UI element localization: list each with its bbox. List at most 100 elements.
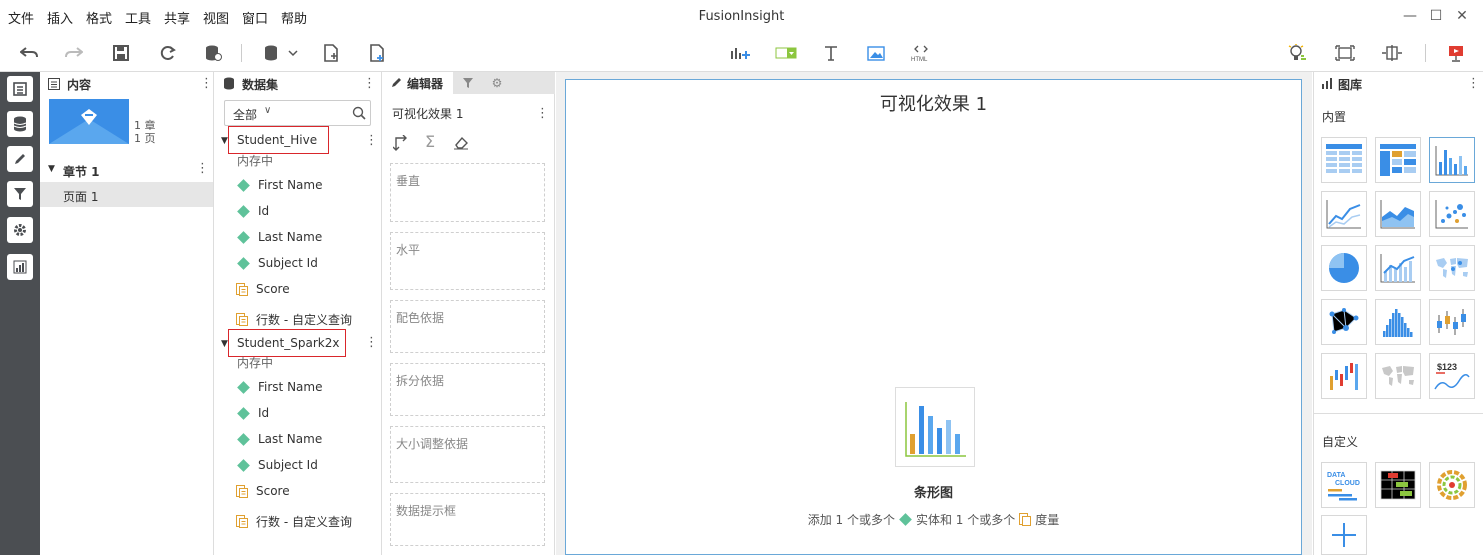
collapse-arrow-icon[interactable]: ▼	[221, 339, 228, 349]
gallery-menu-icon[interactable]: ⋮	[1467, 77, 1480, 91]
chapter-label[interactable]: 章节 1	[63, 163, 100, 180]
sum-icon[interactable]: Σ	[425, 132, 435, 151]
visual-title[interactable]: 可视化效果 1	[566, 90, 1301, 116]
shelf-horizontal[interactable]: 水平	[390, 232, 545, 290]
network-chart-tile[interactable]	[1321, 299, 1367, 345]
dataset-name-highlight[interactable]: Student_Hive	[228, 126, 329, 154]
visualization-canvas[interactable]: 可视化效果 1 条形图 添加 1 个或多个 实体和 1 个或多个 度量	[565, 79, 1302, 555]
custom-section-label: 自定义	[1322, 435, 1359, 449]
field-item[interactable]: Last Name	[236, 432, 322, 446]
collapse-arrow-icon[interactable]: ▼	[221, 136, 228, 146]
database-sync-icon[interactable]	[202, 43, 224, 63]
kpi-tile[interactable]: $123	[1429, 353, 1475, 399]
fit-screen-icon[interactable]	[1334, 43, 1356, 63]
contents-icon	[48, 78, 60, 90]
dataset-item-menu-icon[interactable]: ⋮	[365, 134, 378, 148]
tab-filter[interactable]	[455, 72, 481, 94]
image-icon[interactable]	[865, 43, 887, 63]
datasets-icon[interactable]	[7, 111, 33, 137]
area-chart-tile[interactable]	[1375, 191, 1421, 237]
histogram-chart-tile[interactable]	[1375, 299, 1421, 345]
field-item[interactable]: Subject Id	[236, 458, 318, 472]
editor-panel: 编辑器 ⚙ 可视化效果 1 ⋮ Σ 垂直 水平 配色依据 拆分依据 大小调整依据…	[383, 72, 555, 555]
save-icon[interactable]	[110, 43, 132, 63]
tab-editor[interactable]: 编辑器	[383, 72, 453, 94]
shelf-label: 水平	[396, 243, 421, 257]
pie-chart-tile[interactable]	[1321, 245, 1367, 291]
add-chart-icon[interactable]	[729, 43, 751, 63]
text-icon[interactable]	[820, 43, 842, 63]
dataset-filter-select[interactable]: 全部 ∨	[224, 100, 371, 126]
field-label: First Name	[258, 178, 323, 192]
field-item[interactable]: Score	[236, 282, 290, 296]
dimension-icon	[237, 432, 250, 446]
shelf-size[interactable]: 大小调整依据	[390, 426, 545, 483]
pivot-chart-tile[interactable]	[1375, 137, 1421, 183]
field-item[interactable]: 行数 - 自定义查询	[236, 311, 352, 328]
shelf-vertical[interactable]: 垂直	[390, 163, 545, 222]
settings-gear-icon[interactable]	[7, 217, 33, 243]
field-item[interactable]: Id	[236, 204, 269, 218]
datacloud-tile[interactable]: DATA CLOUD	[1321, 462, 1367, 508]
scatter-chart-tile[interactable]	[1429, 191, 1475, 237]
field-item[interactable]: Score	[236, 484, 290, 498]
maximize-icon[interactable]: ☐	[1426, 6, 1446, 26]
split-view-icon[interactable]	[1381, 43, 1403, 63]
visual-name[interactable]: 可视化效果 1	[392, 105, 463, 122]
toolbar-separator	[241, 44, 242, 62]
dataset-item-menu-icon[interactable]: ⋮	[365, 336, 378, 350]
close-icon[interactable]: ✕	[1452, 6, 1472, 26]
field-item[interactable]: Id	[236, 406, 269, 420]
shelf-tooltip[interactable]: 数据提示框	[390, 493, 545, 546]
contents-icon[interactable]	[7, 76, 33, 102]
redo-icon[interactable]	[63, 43, 85, 63]
chapter-menu-icon[interactable]: ⋮	[196, 162, 209, 176]
dimension-icon	[237, 380, 250, 394]
present-icon[interactable]	[1445, 43, 1467, 63]
collapse-arrow-icon[interactable]: ▼	[48, 164, 55, 174]
field-item[interactable]: Last Name	[236, 230, 322, 244]
undo-icon[interactable]	[18, 43, 40, 63]
world-map-tile[interactable]	[1375, 353, 1421, 399]
filter-control-icon[interactable]	[775, 43, 797, 63]
search-icon[interactable]	[352, 106, 366, 120]
measure-icon	[236, 515, 248, 528]
table-chart-tile[interactable]	[1321, 137, 1367, 183]
swap-axes-icon[interactable]	[393, 135, 409, 151]
field-item[interactable]: First Name	[236, 380, 322, 394]
page-item-selected[interactable]: 页面 1	[40, 182, 213, 207]
line-chart-tile[interactable]	[1321, 191, 1367, 237]
editor-menu-icon[interactable]: ⋮	[536, 107, 549, 121]
dataset-name-highlight[interactable]: Student_Spark2x	[228, 329, 346, 357]
eraser-icon[interactable]	[453, 136, 469, 150]
field-label: Id	[258, 204, 270, 218]
radial-chart-tile[interactable]	[1429, 462, 1475, 508]
combo-chart-tile[interactable]	[1375, 245, 1421, 291]
add-custom-tile[interactable]	[1321, 515, 1367, 555]
minimize-icon[interactable]: —	[1400, 6, 1420, 26]
tab-properties-gear-icon[interactable]: ⚙	[484, 72, 510, 94]
edit-icon[interactable]	[7, 146, 33, 172]
field-item[interactable]: Subject Id	[236, 256, 318, 270]
filter-icon[interactable]	[7, 181, 33, 207]
add-page-icon[interactable]	[320, 43, 342, 63]
add-dataset-icon[interactable]	[261, 43, 301, 63]
shelf-split[interactable]: 拆分依据	[390, 363, 545, 416]
report-thumbnail[interactable]	[49, 99, 129, 144]
shelf-color[interactable]: 配色依据	[390, 300, 545, 353]
dataset-menu-icon[interactable]: ⋮	[363, 77, 376, 91]
field-label: Subject Id	[258, 256, 318, 270]
waterfall-chart-tile[interactable]	[1321, 353, 1367, 399]
refresh-icon[interactable]	[157, 43, 179, 63]
field-item[interactable]: First Name	[236, 178, 322, 192]
chart-gallery-icon[interactable]	[7, 254, 33, 280]
boxplot-chart-tile[interactable]	[1429, 299, 1475, 345]
html-icon[interactable]: HTML	[910, 43, 932, 63]
new-file-icon[interactable]	[366, 43, 388, 63]
field-item[interactable]: 行数 - 自定义查询	[236, 513, 352, 530]
bar-chart-tile[interactable]	[1429, 137, 1475, 183]
gantt-tile[interactable]	[1375, 462, 1421, 508]
content-menu-icon[interactable]: ⋮	[200, 77, 213, 91]
map-chart-tile[interactable]	[1429, 245, 1475, 291]
lightbulb-icon[interactable]	[1287, 43, 1309, 63]
